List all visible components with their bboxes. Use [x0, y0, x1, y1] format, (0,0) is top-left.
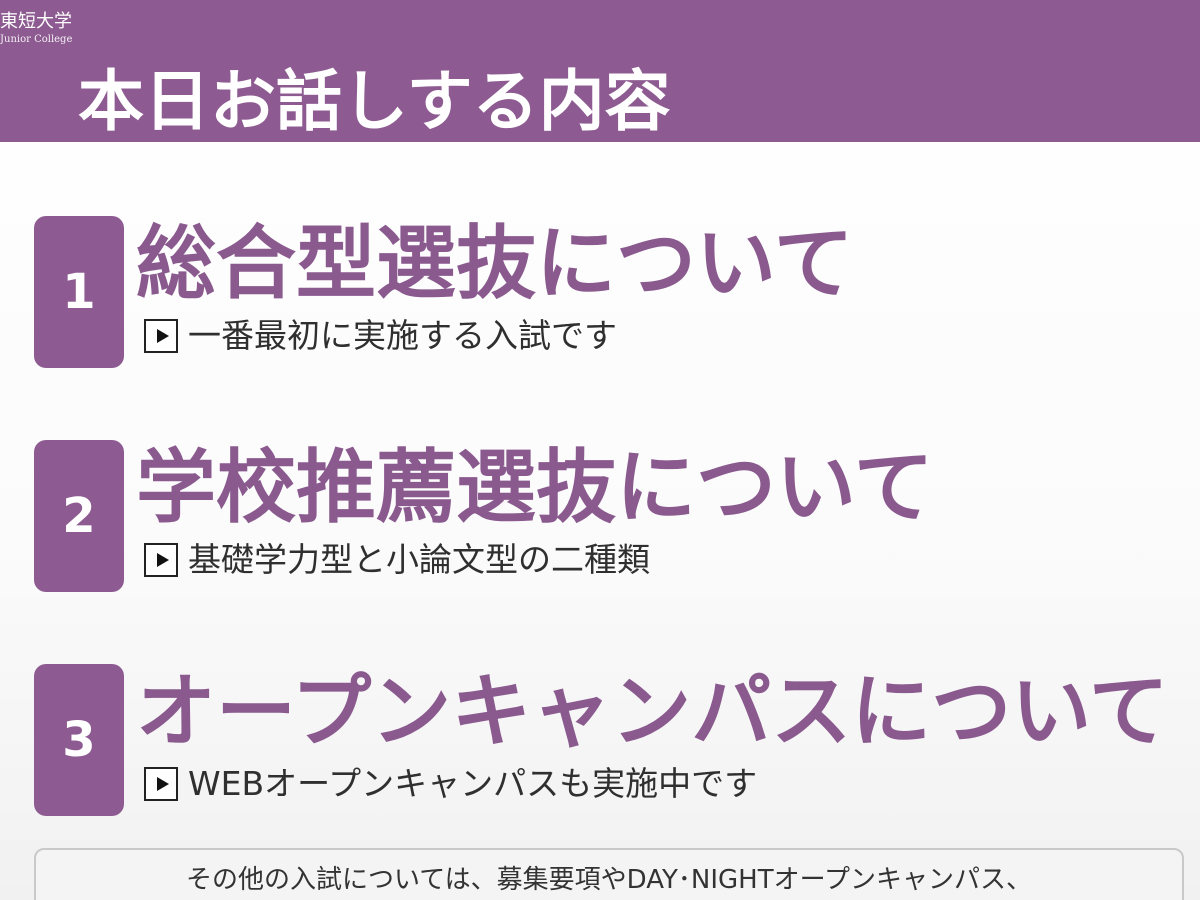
- play-icon: [144, 543, 178, 577]
- item-subtext: WEBオープンキャンパスも実施中です: [188, 764, 758, 803]
- logo-subtext: Junior College: [0, 34, 73, 45]
- notice-text: その他の入試については、募集要項やDAY･NIGHTオープンキャンパス、: [185, 865, 1033, 895]
- agenda-item-3: 3 オープンキャンパスについて WEBオープンキャンパスも実施中です: [0, 660, 1200, 820]
- page-title: 本日お話しする内容: [78, 63, 671, 140]
- item-number-badge: 3: [34, 664, 124, 816]
- item-subtext: 一番最初に実施する入試です: [188, 316, 617, 355]
- slide: 東短大学 Junior College 本日お話しする内容 1 総合型選抜につい…: [0, 0, 1200, 900]
- item-subtext-row: 基礎学力型と小論文型の二種類: [144, 536, 650, 584]
- item-subtext-row: WEBオープンキャンパスも実施中です: [144, 760, 757, 808]
- agenda-item-1: 1 総合型選抜について 一番最初に実施する入試です: [0, 212, 1200, 372]
- item-heading: 学校推薦選抜について: [136, 441, 934, 534]
- logo-text: 東短大学: [0, 11, 72, 32]
- college-logo: 東短大学 Junior College: [0, 8, 140, 52]
- agenda-item-2: 2 学校推薦選抜について 基礎学力型と小論文型の二種類: [0, 436, 1200, 596]
- item-number-badge: 1: [34, 216, 124, 368]
- header-bar: 東短大学 Junior College 本日お話しする内容: [0, 0, 1200, 142]
- item-heading: オープンキャンパスについて: [136, 665, 1169, 758]
- item-heading: 総合型選抜について: [136, 217, 854, 310]
- notice-box: その他の入試については、募集要項やDAY･NIGHTオープンキャンパス、: [34, 848, 1184, 900]
- item-subtext: 基礎学力型と小論文型の二種類: [188, 540, 650, 579]
- play-icon: [144, 767, 178, 801]
- item-subtext-row: 一番最初に実施する入試です: [144, 312, 617, 360]
- item-number-badge: 2: [34, 440, 124, 592]
- play-icon: [144, 319, 178, 353]
